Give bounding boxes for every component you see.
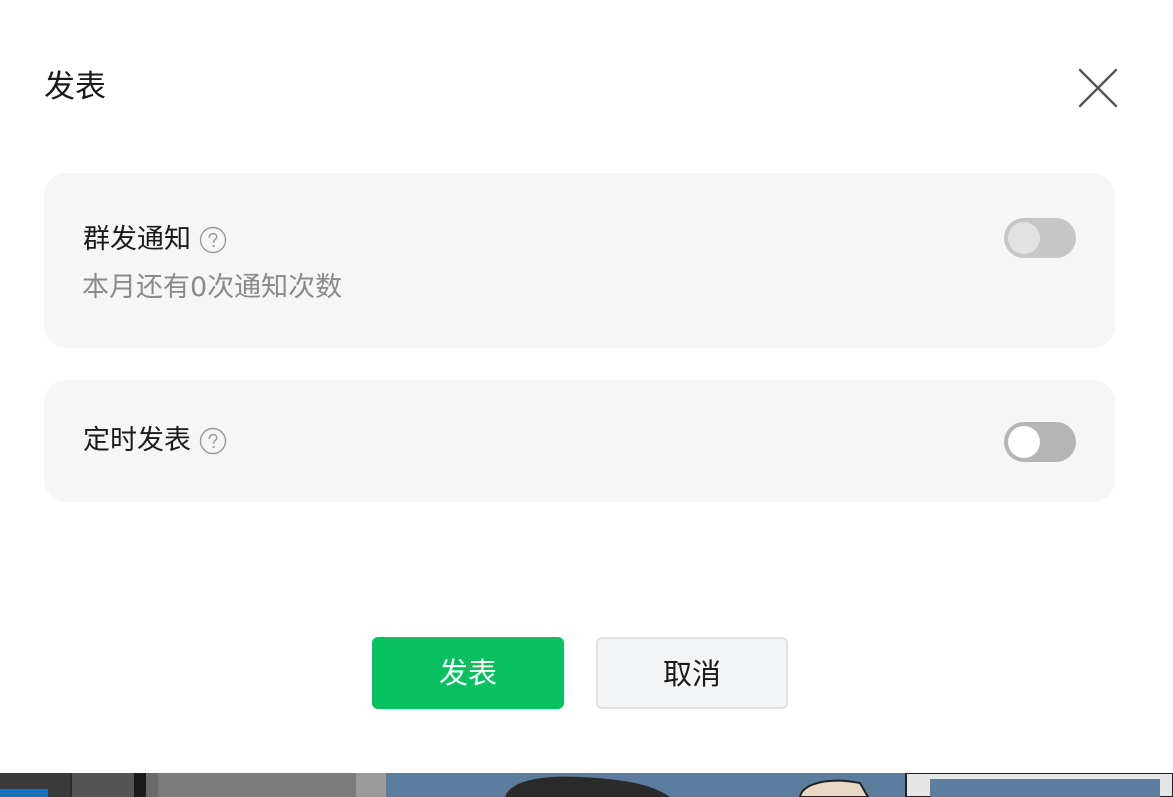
notify-toggle[interactable]	[1004, 218, 1076, 258]
notify-remaining-text: 本月还有0次通知次数	[82, 272, 343, 303]
cancel-button[interactable]: 取消	[596, 637, 788, 709]
notify-option-card	[44, 173, 1115, 348]
notify-title-row: 群发通知	[83, 220, 227, 260]
schedule-label: 定时发表	[83, 425, 191, 456]
publish-dialog: 发表 群发通知 本月还有0次通知次数 定时发表 发表 取消	[0, 0, 1173, 773]
close-button[interactable]	[1076, 64, 1122, 110]
toggle-knob	[1008, 426, 1040, 458]
toggle-knob	[1008, 222, 1040, 254]
schedule-toggle[interactable]	[1004, 422, 1076, 462]
schedule-title-row: 定时发表	[83, 421, 227, 461]
close-icon	[1078, 68, 1118, 108]
dialog-title: 发表	[44, 69, 106, 105]
question-circle-icon[interactable]	[199, 427, 227, 455]
publish-button[interactable]: 发表	[372, 637, 564, 709]
background-content	[0, 773, 1173, 797]
question-circle-icon[interactable]	[199, 226, 227, 254]
page: 发表 群发通知 本月还有0次通知次数 定时发表 发表 取消	[0, 0, 1173, 797]
notify-label: 群发通知	[83, 224, 191, 255]
